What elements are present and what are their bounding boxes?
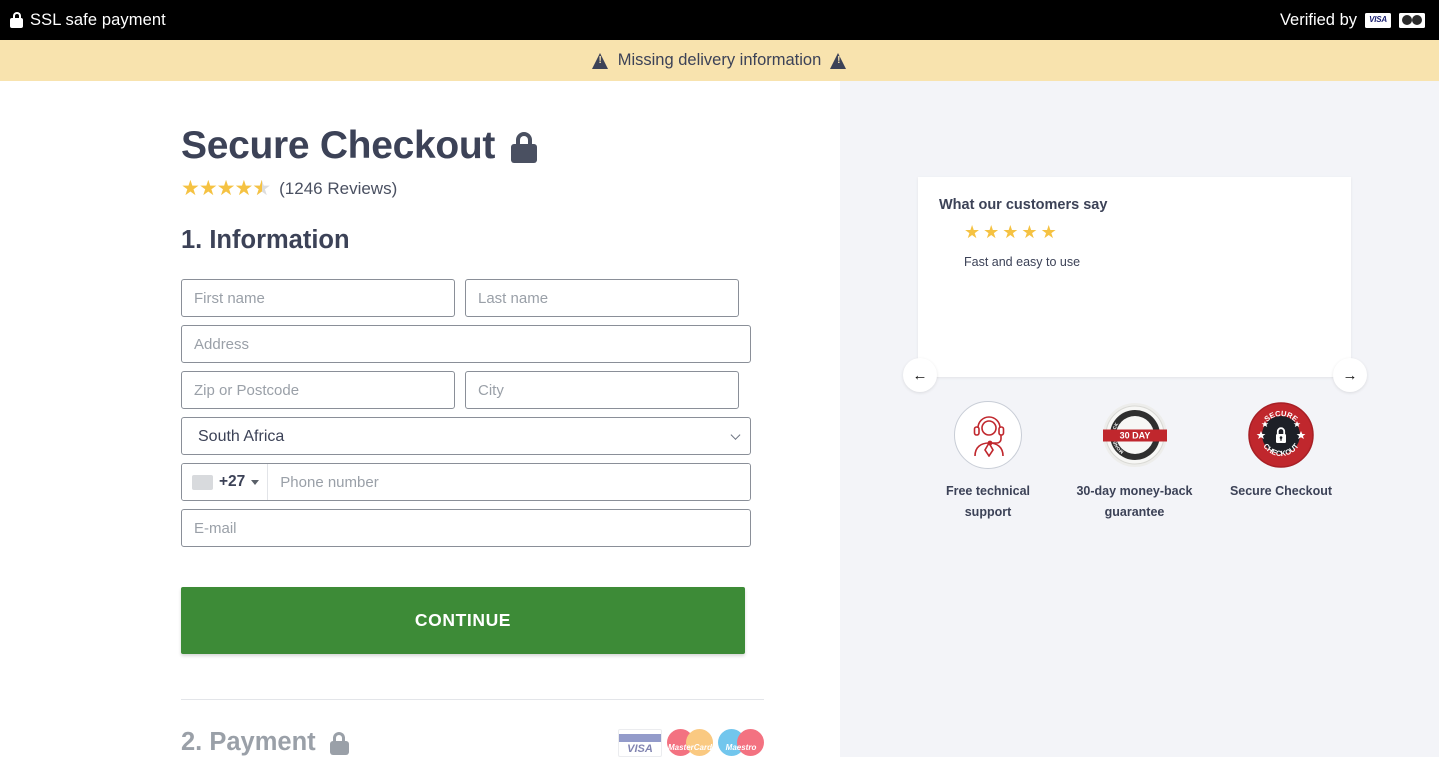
arrow-right-icon: → [1342, 366, 1358, 384]
email-row [181, 509, 751, 547]
trust-badges: Free technical support MONEY BACK [918, 401, 1351, 523]
last-name-input[interactable] [465, 279, 739, 317]
zip-city-row [181, 371, 751, 409]
mastercard-icon [1399, 12, 1425, 28]
badge-free-technical-support: Free technical support [918, 401, 1058, 523]
email-input[interactable] [181, 509, 751, 547]
mastercard-icon-text: MasterCard [667, 743, 712, 752]
city-input[interactable] [465, 371, 739, 409]
trust-sidebar: What our customers say ★ ★ ★ ★ ★ Fast an… [840, 81, 1439, 757]
payment-section-header: 2. Payment VISA MasterCard Maestro [181, 728, 764, 757]
visa-icon-text: VISA [1369, 15, 1387, 24]
badge-secure-checkout: SECURE CHECKOUT Secure Checkout [1211, 401, 1351, 523]
badge-label-line1: Secure Checkout [1229, 484, 1333, 498]
flag-placeholder-icon [192, 474, 213, 490]
name-row [181, 279, 751, 317]
phone-field-group[interactable]: +27 [181, 463, 751, 501]
maestro-icon: Maestro [718, 729, 764, 757]
first-name-input[interactable] [181, 279, 455, 317]
star-rating: ★ ★ ★ ★ ★ [181, 177, 271, 200]
testimonial-next-button[interactable]: → [1333, 358, 1367, 392]
star-icon: ★ [198, 177, 218, 200]
badge-label-line1: Free technical [945, 484, 1031, 498]
visa-icon-text: VISA [627, 743, 653, 755]
phone-number-input[interactable] [268, 464, 750, 500]
lock-icon [10, 12, 23, 28]
missing-delivery-warning-banner: Missing delivery information [0, 40, 1439, 81]
zip-input[interactable] [181, 371, 455, 409]
badge-label-line1: 30-day money-back [1076, 484, 1193, 498]
testimonial-quote: Fast and easy to use [964, 255, 1081, 269]
mastercard-icon: MasterCard [667, 729, 713, 757]
dial-code-label: +27 [219, 473, 246, 490]
phone-row: +27 [181, 463, 751, 501]
visa-icon: VISA [1365, 12, 1391, 28]
checkout-form-column: Secure Checkout ★ ★ ★ ★ ★ (1246 Reviews)… [0, 81, 840, 757]
badge-label-line2: support [964, 505, 1012, 519]
ssl-topbar: SSL safe payment Verified by VISA [0, 0, 1439, 40]
continue-button[interactable]: CONTINUE [181, 587, 745, 654]
section-title-payment-group: 2. Payment [181, 728, 349, 757]
verified-by-label: Verified by [1279, 10, 1357, 29]
page-body: Secure Checkout ★ ★ ★ ★ ★ (1246 Reviews)… [0, 81, 1439, 757]
star-icon: ★ [964, 222, 981, 242]
warning-message: Missing delivery information [617, 51, 822, 69]
information-form: South Africa +27 CONTINUE [181, 279, 751, 654]
star-icon: ★ [983, 222, 1000, 242]
ssl-topbar-left: SSL safe payment [10, 11, 166, 30]
testimonial-prev-button[interactable]: ← [903, 358, 937, 392]
ssl-label: SSL safe payment [30, 10, 166, 29]
rating-row: ★ ★ ★ ★ ★ (1246 Reviews) [181, 178, 840, 199]
star-icon: ★ [216, 177, 236, 200]
star-icon: ★ [1021, 222, 1038, 242]
visa-icon: VISA [618, 729, 662, 757]
badge-label: Secure Checkout [1211, 481, 1351, 502]
warning-triangle-icon [591, 52, 609, 69]
address-row [181, 325, 751, 363]
address-input[interactable] [181, 325, 751, 363]
country-dial-code-selector[interactable]: +27 [182, 464, 269, 500]
star-icon: ★ [234, 177, 253, 200]
maestro-icon-text: Maestro [725, 743, 757, 752]
star-icon: ★ [181, 177, 200, 200]
verified-by-group: Verified by VISA [1280, 11, 1425, 30]
badge-money-back-guarantee: MONEY BACK 30 DAY 30-day money-back guar… [1065, 401, 1205, 523]
section-title-information: 1. Information [181, 226, 350, 254]
lock-icon [329, 732, 349, 755]
country-select-wrapper[interactable]: South Africa [181, 417, 751, 455]
star-icon: ★ [1040, 222, 1057, 242]
warning-triangle-icon [830, 52, 847, 69]
headset-support-icon [954, 401, 1022, 469]
badge-label-line2: guarantee [1104, 505, 1165, 519]
reviews-count: (1246 Reviews) [279, 178, 398, 198]
country-row: South Africa [181, 417, 751, 455]
page-title-row: Secure Checkout [181, 81, 840, 165]
star-icon: ★ [1002, 222, 1019, 242]
arrow-left-icon: ← [912, 366, 928, 384]
badge-label: 30-day money-back guarantee [1065, 481, 1205, 523]
testimonial-heading: What our customers say [939, 197, 1108, 213]
star-half-icon: ★ [252, 178, 271, 199]
accepted-card-logos: VISA MasterCard Maestro [618, 729, 764, 757]
lock-icon [511, 132, 538, 163]
testimonial-star-rating: ★ ★ ★ ★ ★ [918, 213, 1351, 241]
country-select[interactable]: South Africa [181, 417, 751, 455]
badge-label: Free technical support [918, 481, 1058, 523]
section-divider [181, 699, 764, 700]
caret-down-icon [251, 479, 260, 485]
money-back-seal-icon: MONEY BACK 30 DAY [1101, 401, 1169, 469]
testimonial-card: What our customers say ★ ★ ★ ★ ★ Fast an… [918, 177, 1351, 377]
section-title-payment: 2. Payment [181, 728, 316, 756]
seal-center-text: 30 DAY [1119, 431, 1150, 441]
page-title: Secure Checkout [181, 124, 496, 167]
secure-checkout-seal-icon: SECURE CHECKOUT [1247, 401, 1315, 469]
